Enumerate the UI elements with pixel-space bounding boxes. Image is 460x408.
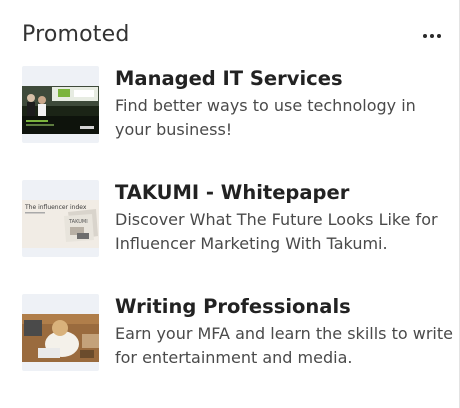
influencer-index-thumbnail: The influencer index TAKUMI <box>22 200 99 248</box>
ad-title[interactable]: TAKUMI - Whitepaper <box>115 180 455 206</box>
ad-item[interactable]: Managed IT Services Find better ways to … <box>22 66 452 146</box>
person-writing-thumbnail <box>22 314 99 362</box>
panel-title: Promoted <box>22 22 130 47</box>
more-horizontal-icon <box>423 34 427 38</box>
thumbnail-caption: The influencer index <box>24 204 87 211</box>
ad-thumbnail[interactable]: The influencer index TAKUMI <box>22 180 99 257</box>
ad-description[interactable]: Find better ways to use technology in yo… <box>115 94 455 142</box>
more-horizontal-icon <box>437 34 441 38</box>
promoted-panel: Promoted Managed IT Services Find better… <box>0 0 460 408</box>
ad-item[interactable]: Writing Professionals Earn your MFA and … <box>22 294 455 374</box>
panel-header: Promoted <box>22 22 445 52</box>
ad-item[interactable]: The influencer index TAKUMI TAKUMI - Whi… <box>22 180 452 260</box>
ad-description[interactable]: Discover What The Future Looks Like for … <box>115 208 455 256</box>
ad-thumbnail[interactable] <box>22 66 99 143</box>
ad-title[interactable]: Managed IT Services <box>115 66 455 92</box>
more-horizontal-icon <box>430 34 434 38</box>
office-people-thumbnail <box>22 86 99 134</box>
thumbnail-brand: TAKUMI <box>68 219 88 225</box>
ad-title[interactable]: Writing Professionals <box>115 294 455 320</box>
more-options-button[interactable] <box>419 26 445 46</box>
ad-thumbnail[interactable] <box>22 294 99 371</box>
ad-description[interactable]: Earn your MFA and learn the skills to wr… <box>115 322 455 370</box>
